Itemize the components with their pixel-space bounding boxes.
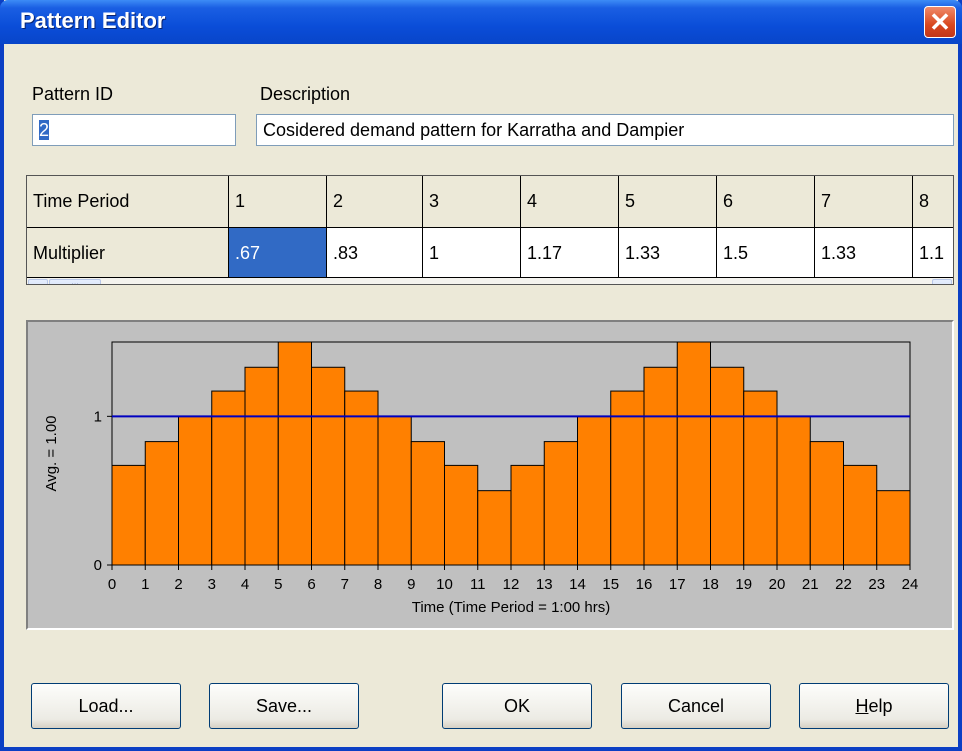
bar bbox=[244, 366, 279, 566]
x-tick-label: 19 bbox=[735, 576, 752, 593]
cancel-button[interactable]: Cancel bbox=[621, 683, 771, 729]
help-mnemonic: H bbox=[855, 696, 869, 716]
multiplier-cell-6[interactable]: 1.5 bbox=[717, 228, 815, 278]
x-tick-label: 0 bbox=[108, 576, 116, 593]
scroll-left-icon[interactable]: ◀ bbox=[28, 279, 48, 284]
load-button[interactable]: Load... bbox=[31, 683, 181, 729]
pattern-grid[interactable]: Time Period Multiplier 1.67 2.83 3 1 4 1.17 5 1… bbox=[26, 175, 954, 285]
x-tick-label: 13 bbox=[536, 576, 553, 593]
bar bbox=[311, 366, 346, 566]
help-button[interactable]: Help bbox=[799, 683, 949, 729]
x-tick-label: 3 bbox=[208, 576, 216, 593]
x-tick-label: 17 bbox=[669, 576, 686, 593]
x-tick-label: 16 bbox=[636, 576, 653, 593]
multiplier-cell-7[interactable]: 1.33 bbox=[815, 228, 913, 278]
bar bbox=[843, 464, 878, 566]
scroll-thumb[interactable]: ||| bbox=[49, 279, 101, 284]
pattern-chart: 0 1 2 3 4 5 6 7 8 9 10 11 12 13 14 15 16 17 18 19 20 21 22 23 24… bbox=[43, 341, 919, 616]
x-tick-label: 24 bbox=[902, 576, 919, 593]
period-header-2[interactable]: 2 bbox=[327, 176, 423, 228]
close-button[interactable]: ✕ bbox=[924, 6, 956, 38]
bar bbox=[277, 341, 312, 566]
bar bbox=[377, 415, 412, 566]
x-tick-label: 10 bbox=[436, 576, 453, 593]
x-tick-label: 18 bbox=[702, 576, 719, 593]
x-tick-label: 5 bbox=[274, 576, 282, 593]
bar bbox=[410, 441, 445, 566]
pattern-id-field[interactable]: 2 bbox=[32, 114, 236, 146]
description-field[interactable]: Cosidered demand pattern for Karratha an… bbox=[256, 114, 954, 146]
bar bbox=[676, 341, 711, 566]
pattern-editor-window: Pattern Editor ✕ Pattern ID 2 Descriptio… bbox=[0, 0, 962, 751]
x-tick-label: 14 bbox=[569, 576, 586, 593]
row-header-time-period: Time Period bbox=[27, 176, 229, 228]
x-tick-label: 7 bbox=[341, 576, 349, 593]
period-header-5[interactable]: 5 bbox=[619, 176, 717, 228]
bar bbox=[876, 490, 911, 566]
row-header-multiplier: Multiplier bbox=[27, 228, 229, 278]
ok-button[interactable]: OK bbox=[442, 683, 592, 729]
bar bbox=[776, 415, 811, 566]
title-bar[interactable]: Pattern Editor ✕ bbox=[0, 0, 962, 44]
bar bbox=[577, 415, 612, 566]
y-tick-label: 0 bbox=[94, 557, 102, 574]
x-tick-label: 15 bbox=[602, 576, 619, 593]
help-label-rest: elp bbox=[868, 696, 893, 716]
description-label: Description bbox=[260, 84, 351, 104]
scroll-right-icon[interactable]: ▶ bbox=[932, 279, 952, 284]
multiplier-cell-4[interactable]: 1.17 bbox=[521, 228, 619, 278]
x-tick-label: 22 bbox=[835, 576, 852, 593]
y-tick-label: 1 bbox=[94, 408, 102, 425]
bar bbox=[178, 415, 213, 566]
pattern-id-label: Pattern ID bbox=[32, 84, 114, 104]
pattern-id-value: 2 bbox=[39, 120, 50, 140]
period-header-3[interactable]: 3 bbox=[423, 176, 521, 228]
x-tick-label: 11 bbox=[470, 576, 486, 593]
window-title: Pattern Editor bbox=[20, 8, 166, 33]
bar bbox=[510, 464, 545, 566]
period-header-6[interactable]: 6 bbox=[717, 176, 815, 228]
bar bbox=[144, 441, 179, 566]
pattern-chart-panel: 0 1 2 3 4 5 6 7 8 9 10 11 12 13 14 15 16 17 18 19 20 21 22 23 24… bbox=[26, 320, 954, 630]
period-header-7[interactable]: 7 bbox=[815, 176, 913, 228]
x-axis-label: Time (Time Period = 1:00 hrs) bbox=[412, 599, 611, 616]
multiplier-cell-3[interactable]: 1 bbox=[423, 228, 521, 278]
bar bbox=[111, 464, 146, 566]
bar bbox=[477, 490, 512, 566]
x-tick-label: 21 bbox=[802, 576, 819, 593]
bar bbox=[444, 464, 479, 566]
period-header-1[interactable]: 1 bbox=[229, 176, 327, 228]
period-header-4[interactable]: 4 bbox=[521, 176, 619, 228]
bar bbox=[543, 441, 578, 566]
multiplier-cell-8[interactable]: 1.1 bbox=[913, 228, 953, 278]
close-icon: ✕ bbox=[929, 7, 951, 37]
horizontal-scrollbar[interactable]: ◀ ||| ▶ bbox=[27, 278, 953, 284]
x-tick-label: 20 bbox=[769, 576, 786, 593]
y-axis-label: Avg. = 1.00 bbox=[43, 415, 60, 491]
bar bbox=[710, 366, 745, 566]
x-tick-label: 8 bbox=[374, 576, 382, 593]
multiplier-cell-2[interactable]: .83 bbox=[327, 228, 423, 278]
x-tick-label: 2 bbox=[174, 576, 182, 593]
bar bbox=[643, 366, 678, 566]
x-tick-label: 12 bbox=[503, 576, 520, 593]
save-button[interactable]: Save... bbox=[209, 683, 359, 729]
x-tick-label: 23 bbox=[868, 576, 885, 593]
x-tick-label: 1 bbox=[141, 576, 149, 593]
bar bbox=[809, 441, 844, 566]
x-tick-label: 9 bbox=[407, 576, 415, 593]
multiplier-cell-1[interactable]: .67 bbox=[229, 228, 327, 278]
x-tick-label: 6 bbox=[307, 576, 315, 593]
x-tick-label: 4 bbox=[241, 576, 249, 593]
period-header-8[interactable]: 8 bbox=[913, 176, 953, 228]
multiplier-cell-5[interactable]: 1.33 bbox=[619, 228, 717, 278]
